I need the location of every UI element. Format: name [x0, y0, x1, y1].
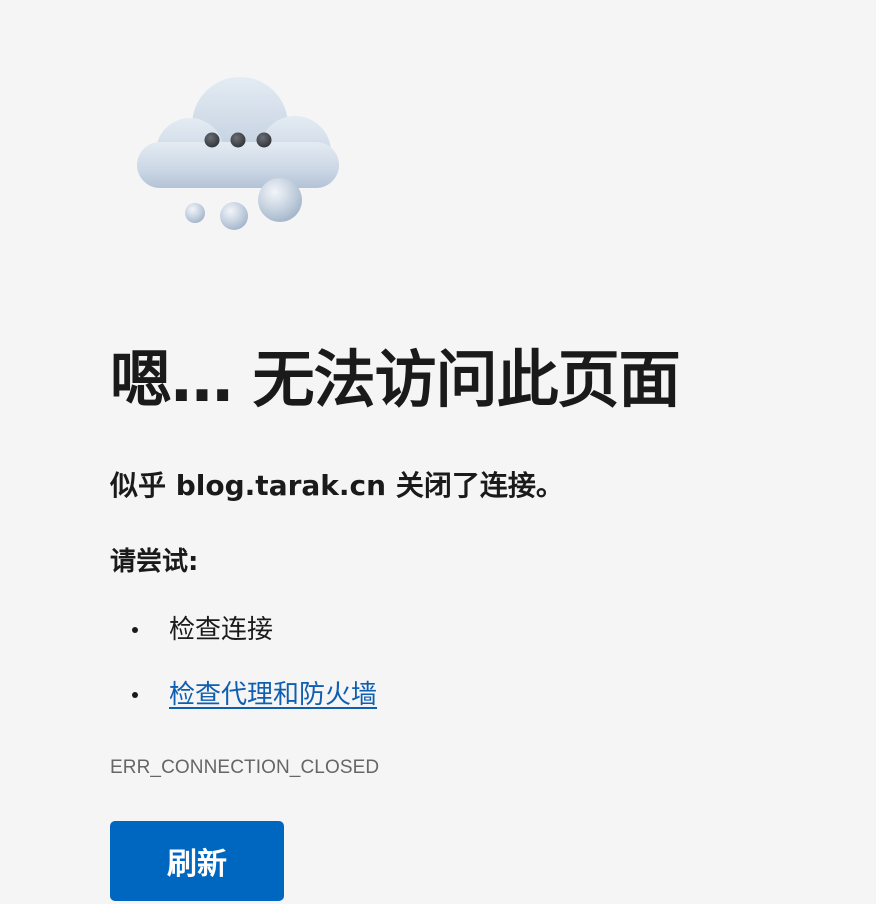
suggestion-list: 检查连接 检查代理和防火墙 — [110, 608, 377, 738]
page-title: 嗯… 无法访问此页面 — [110, 343, 681, 416]
suggestion-item-check-proxy-firewall: 检查代理和防火墙 — [110, 673, 377, 717]
suggestion-item-check-connection: 检查连接 — [110, 608, 377, 652]
error-page: 嗯… 无法访问此页面 似乎 blog.tarak.cn 关闭了连接。 请尝试: … — [0, 0, 876, 904]
refresh-button[interactable]: 刷新 — [110, 821, 284, 901]
bullet-icon — [132, 692, 138, 698]
check-proxy-firewall-link[interactable]: 检查代理和防火墙 — [169, 680, 377, 710]
suggestion-label: 检查连接 — [169, 615, 274, 645]
error-description: 似乎 blog.tarak.cn 关闭了连接。 — [110, 469, 564, 502]
bullet-icon — [132, 627, 138, 633]
cloud-icon — [137, 77, 339, 230]
ellipsis-icon — [204, 132, 272, 148]
error-code: ERR_CONNECTION_CLOSED — [110, 757, 380, 778]
try-label: 请尝试: — [110, 547, 199, 577]
